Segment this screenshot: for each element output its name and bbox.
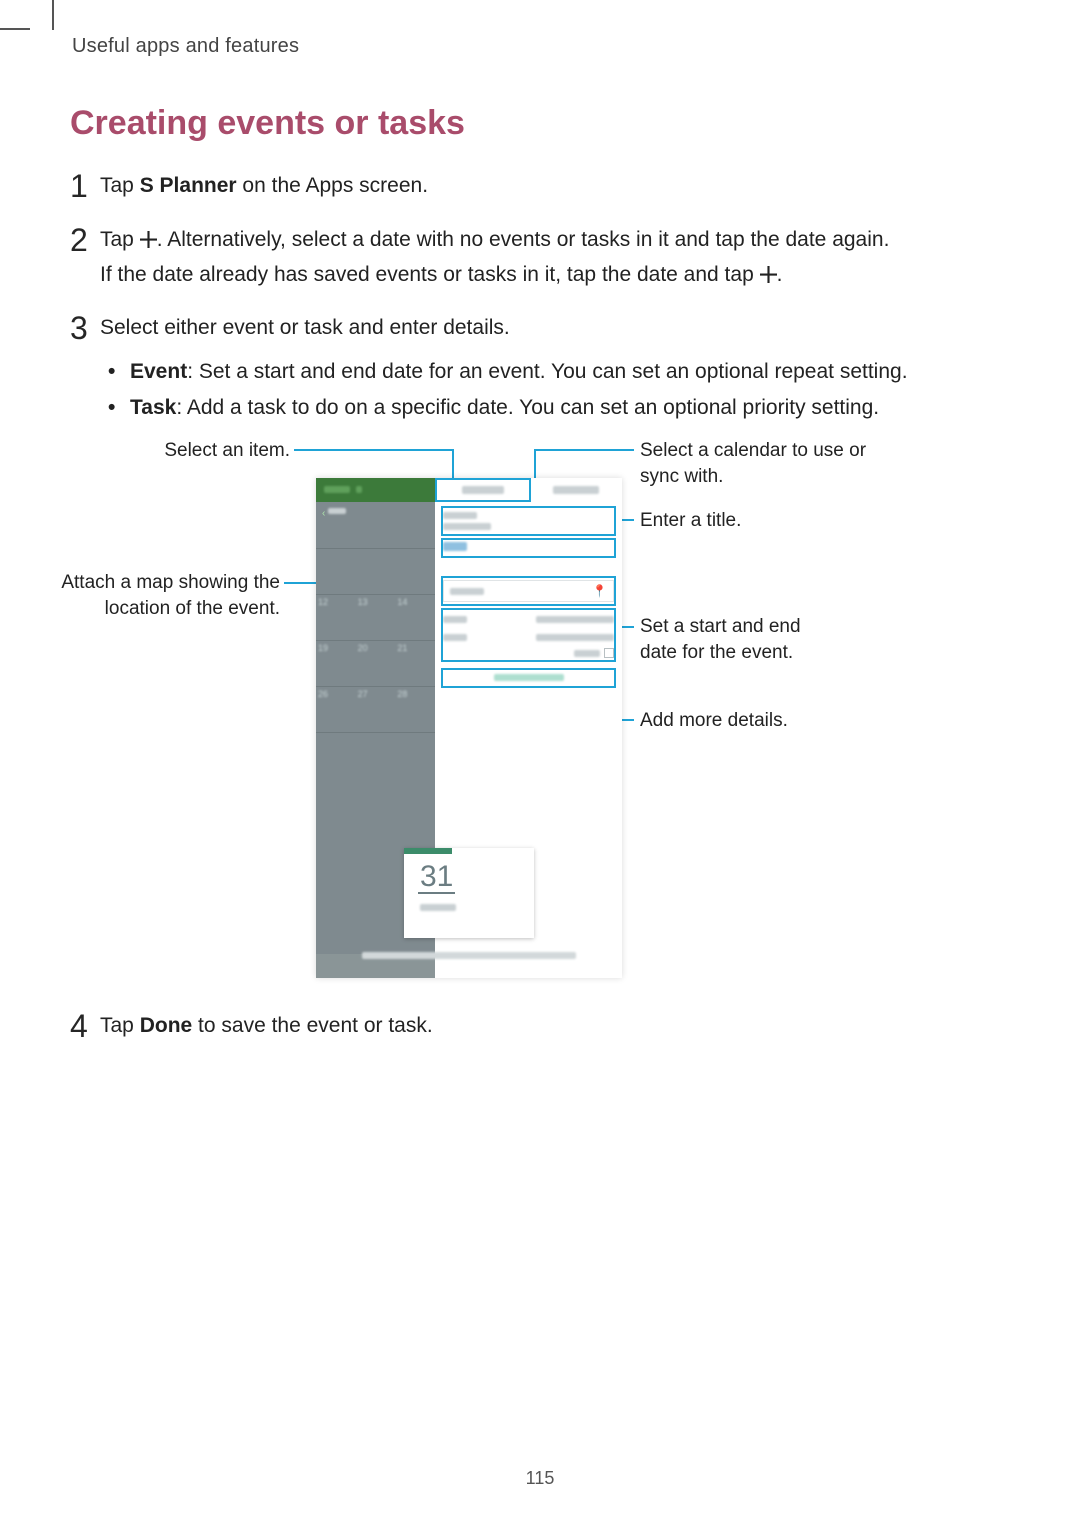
running-header: Useful apps and features xyxy=(72,35,299,58)
connector xyxy=(294,449,452,451)
step-number-3: 3 xyxy=(70,312,100,345)
bullet-event: • Event: Set a start and end date for an… xyxy=(108,354,908,390)
highlight-title xyxy=(441,538,616,558)
day-card: 31 xyxy=(404,848,534,938)
step-3-text: Select either event or task and enter de… xyxy=(100,312,510,345)
bullet-task: • Task: Add a task to do on a specific d… xyxy=(108,390,908,426)
highlight-location xyxy=(441,576,616,606)
callout-attach-map: Attach a map showing thelocation of the … xyxy=(60,570,280,621)
callout-select-calendar: Select a calendar to use orsync with. xyxy=(640,438,900,489)
device-mock: ‹ 121314 192021 262728 xyxy=(316,478,622,978)
plus-icon xyxy=(140,226,157,259)
step-4-text: Tap Done to save the event or task. xyxy=(100,1010,433,1043)
callout-set-dates: Set a start and enddate for the event. xyxy=(640,614,900,665)
step-2-text: Tap . Alternatively, select a date with … xyxy=(100,224,889,293)
step-number-1: 1 xyxy=(70,170,100,203)
back-icon: ‹ xyxy=(322,508,346,519)
caption-blur xyxy=(362,952,576,959)
callout-select-item: Select an item. xyxy=(70,438,290,464)
tab-cancel-done xyxy=(531,478,623,502)
page-number: 115 xyxy=(0,1468,1080,1489)
highlight-dates xyxy=(441,608,616,662)
plus-icon xyxy=(760,261,777,294)
highlight-more xyxy=(441,668,616,688)
section-title: Creating events or tasks xyxy=(70,104,465,143)
step-1-text: Tap S Planner on the Apps screen. xyxy=(100,170,428,203)
tab-event-task xyxy=(435,478,531,502)
step-number-4: 4 xyxy=(70,1010,100,1043)
connector xyxy=(534,449,634,451)
crop-mark-vertical xyxy=(52,0,54,30)
callout-add-more: Add more details. xyxy=(640,708,900,734)
step-number-2: 2 xyxy=(70,224,100,293)
annotated-screenshot: Select an item. Attach a map showing the… xyxy=(70,438,1000,998)
highlight-calendar-select xyxy=(441,506,616,536)
callout-enter-title: Enter a title. xyxy=(640,508,900,534)
crop-mark-horizontal xyxy=(0,28,30,30)
